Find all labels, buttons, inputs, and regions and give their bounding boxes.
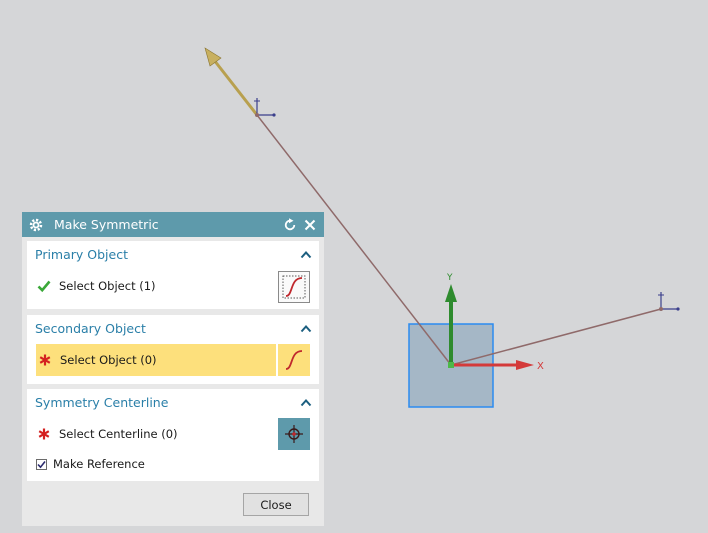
primary-object-title: Primary Object <box>35 246 128 262</box>
primary-object-group: Primary Object Select Object (1) <box>27 241 319 309</box>
required-asterisk-icon <box>38 353 52 367</box>
curve-icon <box>282 275 306 299</box>
close-icon[interactable] <box>302 217 318 233</box>
gear-icon[interactable] <box>28 217 44 233</box>
select-curve-button[interactable] <box>278 344 310 376</box>
chevron-up-icon[interactable] <box>299 321 313 335</box>
point-triad-right <box>658 292 680 311</box>
centerline-select-row[interactable]: Select Centerline (0) <box>27 418 319 450</box>
symmetry-centerline-title: Symmetry Centerline <box>35 394 169 410</box>
y-axis-label: Y <box>446 273 453 283</box>
chevron-up-icon[interactable] <box>299 247 313 261</box>
symmetry-centerline-group: Symmetry Centerline Select Centerline (0… <box>27 389 319 481</box>
secondary-select-label: Select Object (0) <box>60 353 157 367</box>
origin-point[interactable] <box>448 362 454 368</box>
curve-icon <box>282 348 306 372</box>
primary-object-header[interactable]: Primary Object <box>27 241 319 267</box>
secondary-object-header[interactable]: Secondary Object <box>27 315 319 341</box>
primary-select-row[interactable]: Select Object (1) <box>27 270 319 302</box>
make-reference-checkbox[interactable] <box>36 458 47 470</box>
select-curve-button[interactable] <box>278 271 310 303</box>
x-axis-label: X <box>537 361 544 372</box>
make-reference-label: Make Reference <box>53 457 145 471</box>
close-button[interactable]: Close <box>243 493 309 516</box>
reset-icon[interactable] <box>282 217 298 233</box>
secondary-select-row[interactable]: Select Object (0) <box>36 344 276 376</box>
point-triad-upper <box>254 98 276 117</box>
secondary-object-title: Secondary Object <box>35 320 146 336</box>
secondary-object-group: Secondary Object Select Object (0) <box>27 315 319 384</box>
dialog-title: Make Symmetric <box>54 217 159 232</box>
crosshair-icon <box>284 424 304 444</box>
direction-vector-arrow[interactable] <box>204 47 259 116</box>
required-asterisk-icon <box>37 427 51 441</box>
symmetry-centerline-header[interactable]: Symmetry Centerline <box>27 389 319 415</box>
checkmark-icon <box>37 279 51 293</box>
make-reference-row[interactable]: Make Reference <box>36 456 145 472</box>
dialog-titlebar[interactable]: Make Symmetric <box>22 212 324 237</box>
chevron-up-icon[interactable] <box>299 395 313 409</box>
make-symmetric-dialog: Make Symmetric Primary Object Select Obj… <box>22 212 324 526</box>
select-centerline-button[interactable] <box>278 418 310 450</box>
